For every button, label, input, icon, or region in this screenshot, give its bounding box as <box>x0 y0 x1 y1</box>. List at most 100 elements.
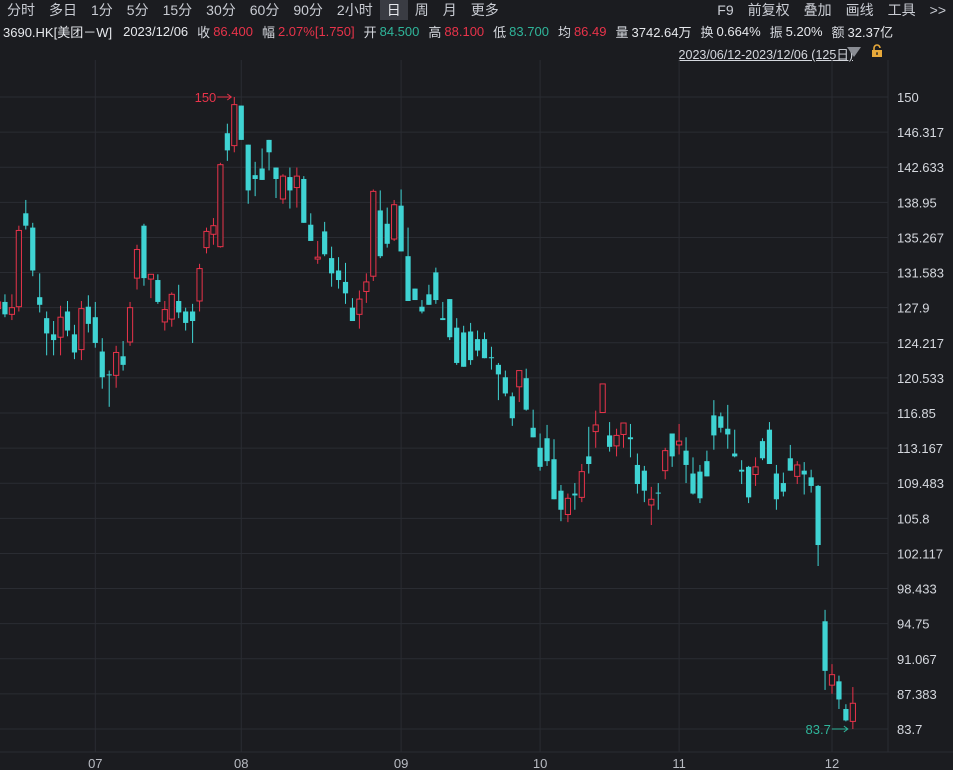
candle <box>836 675 842 709</box>
candle-body <box>120 356 126 365</box>
candle-body <box>655 492 661 494</box>
candle <box>849 687 856 729</box>
candle <box>426 284 432 305</box>
candle <box>176 284 182 319</box>
candle <box>627 423 634 458</box>
candle <box>655 483 661 510</box>
candle-body <box>377 210 383 257</box>
candle <box>683 437 689 484</box>
candle <box>586 426 592 474</box>
candle <box>481 332 488 359</box>
candle <box>634 453 640 494</box>
candle-body <box>766 429 773 464</box>
candle <box>613 428 620 457</box>
candle <box>488 346 495 370</box>
candle-body <box>301 178 307 223</box>
y-tick-label: 91.067 <box>897 652 937 667</box>
candle-body <box>592 424 599 433</box>
candle-body <box>787 458 793 471</box>
candle-body <box>217 164 224 248</box>
candle <box>780 472 786 497</box>
candle-body <box>106 374 112 376</box>
candle <box>662 447 669 480</box>
y-tick-label: 150 <box>897 90 919 105</box>
candle <box>516 370 523 403</box>
candle-body <box>391 204 398 240</box>
candle-body <box>210 225 217 235</box>
candle <box>203 227 210 254</box>
candle-body <box>168 293 175 320</box>
candle <box>433 267 439 304</box>
candle <box>245 144 251 204</box>
candle-body <box>474 339 481 351</box>
candle-body <box>314 256 321 260</box>
candle-body <box>2 301 8 315</box>
candle-body <box>155 280 161 302</box>
y-tick-label: 113.167 <box>897 441 943 456</box>
candle-body <box>384 223 390 244</box>
candle-body <box>356 298 363 315</box>
candle <box>99 338 105 389</box>
candle-body <box>578 471 585 498</box>
candle <box>447 299 453 341</box>
y-tick-label: 135.267 <box>897 230 944 245</box>
candle-body <box>711 415 717 436</box>
y-tick-label: 83.7 <box>897 722 922 737</box>
candle <box>752 457 759 486</box>
y-tick-label: 94.75 <box>897 617 930 632</box>
candle <box>141 223 147 286</box>
candle <box>468 322 474 365</box>
candle <box>85 295 91 333</box>
candle-body <box>676 440 683 446</box>
candle <box>155 274 161 304</box>
candle-body <box>843 708 849 721</box>
candle-body <box>822 621 828 671</box>
candle-body <box>329 258 335 274</box>
candle-body <box>648 498 655 506</box>
candle-body <box>231 104 238 147</box>
candle-body <box>64 311 71 331</box>
candle-body <box>718 416 724 428</box>
candle <box>161 300 168 331</box>
candle-body <box>259 168 265 180</box>
candle <box>405 227 411 301</box>
candle-body <box>196 268 203 302</box>
candle-body <box>683 450 689 465</box>
candle-body <box>405 256 411 301</box>
candle <box>231 97 238 153</box>
candle-body <box>488 357 495 359</box>
candle <box>224 123 230 161</box>
candle <box>210 218 217 245</box>
candle <box>495 362 501 401</box>
candle-body <box>704 461 710 477</box>
candle-body <box>447 299 453 338</box>
candle <box>190 303 196 343</box>
candle-body <box>794 464 801 477</box>
candle <box>641 465 647 503</box>
candle <box>474 330 481 357</box>
candle-body <box>273 167 279 179</box>
candle <box>822 609 828 690</box>
candle <box>704 450 710 477</box>
candle-body <box>780 483 786 492</box>
candle-body <box>627 437 634 440</box>
candle <box>308 213 314 241</box>
candle-body <box>759 441 766 459</box>
candle-body <box>849 702 856 722</box>
candle-body <box>599 383 606 414</box>
candle-body <box>51 334 57 341</box>
y-tick-label: 142.633 <box>897 160 944 175</box>
candle <box>523 368 529 411</box>
candle-body <box>126 307 134 343</box>
candle <box>530 409 536 438</box>
candle <box>828 664 836 694</box>
y-tick-label: 87.383 <box>897 687 937 702</box>
candle-body <box>523 378 529 410</box>
candle-body <box>238 105 244 140</box>
candle <box>314 240 321 264</box>
candle <box>544 424 550 466</box>
candle <box>349 298 356 322</box>
candle <box>196 263 203 312</box>
y-tick-label: 131.583 <box>897 266 944 281</box>
candle-body <box>147 273 155 280</box>
